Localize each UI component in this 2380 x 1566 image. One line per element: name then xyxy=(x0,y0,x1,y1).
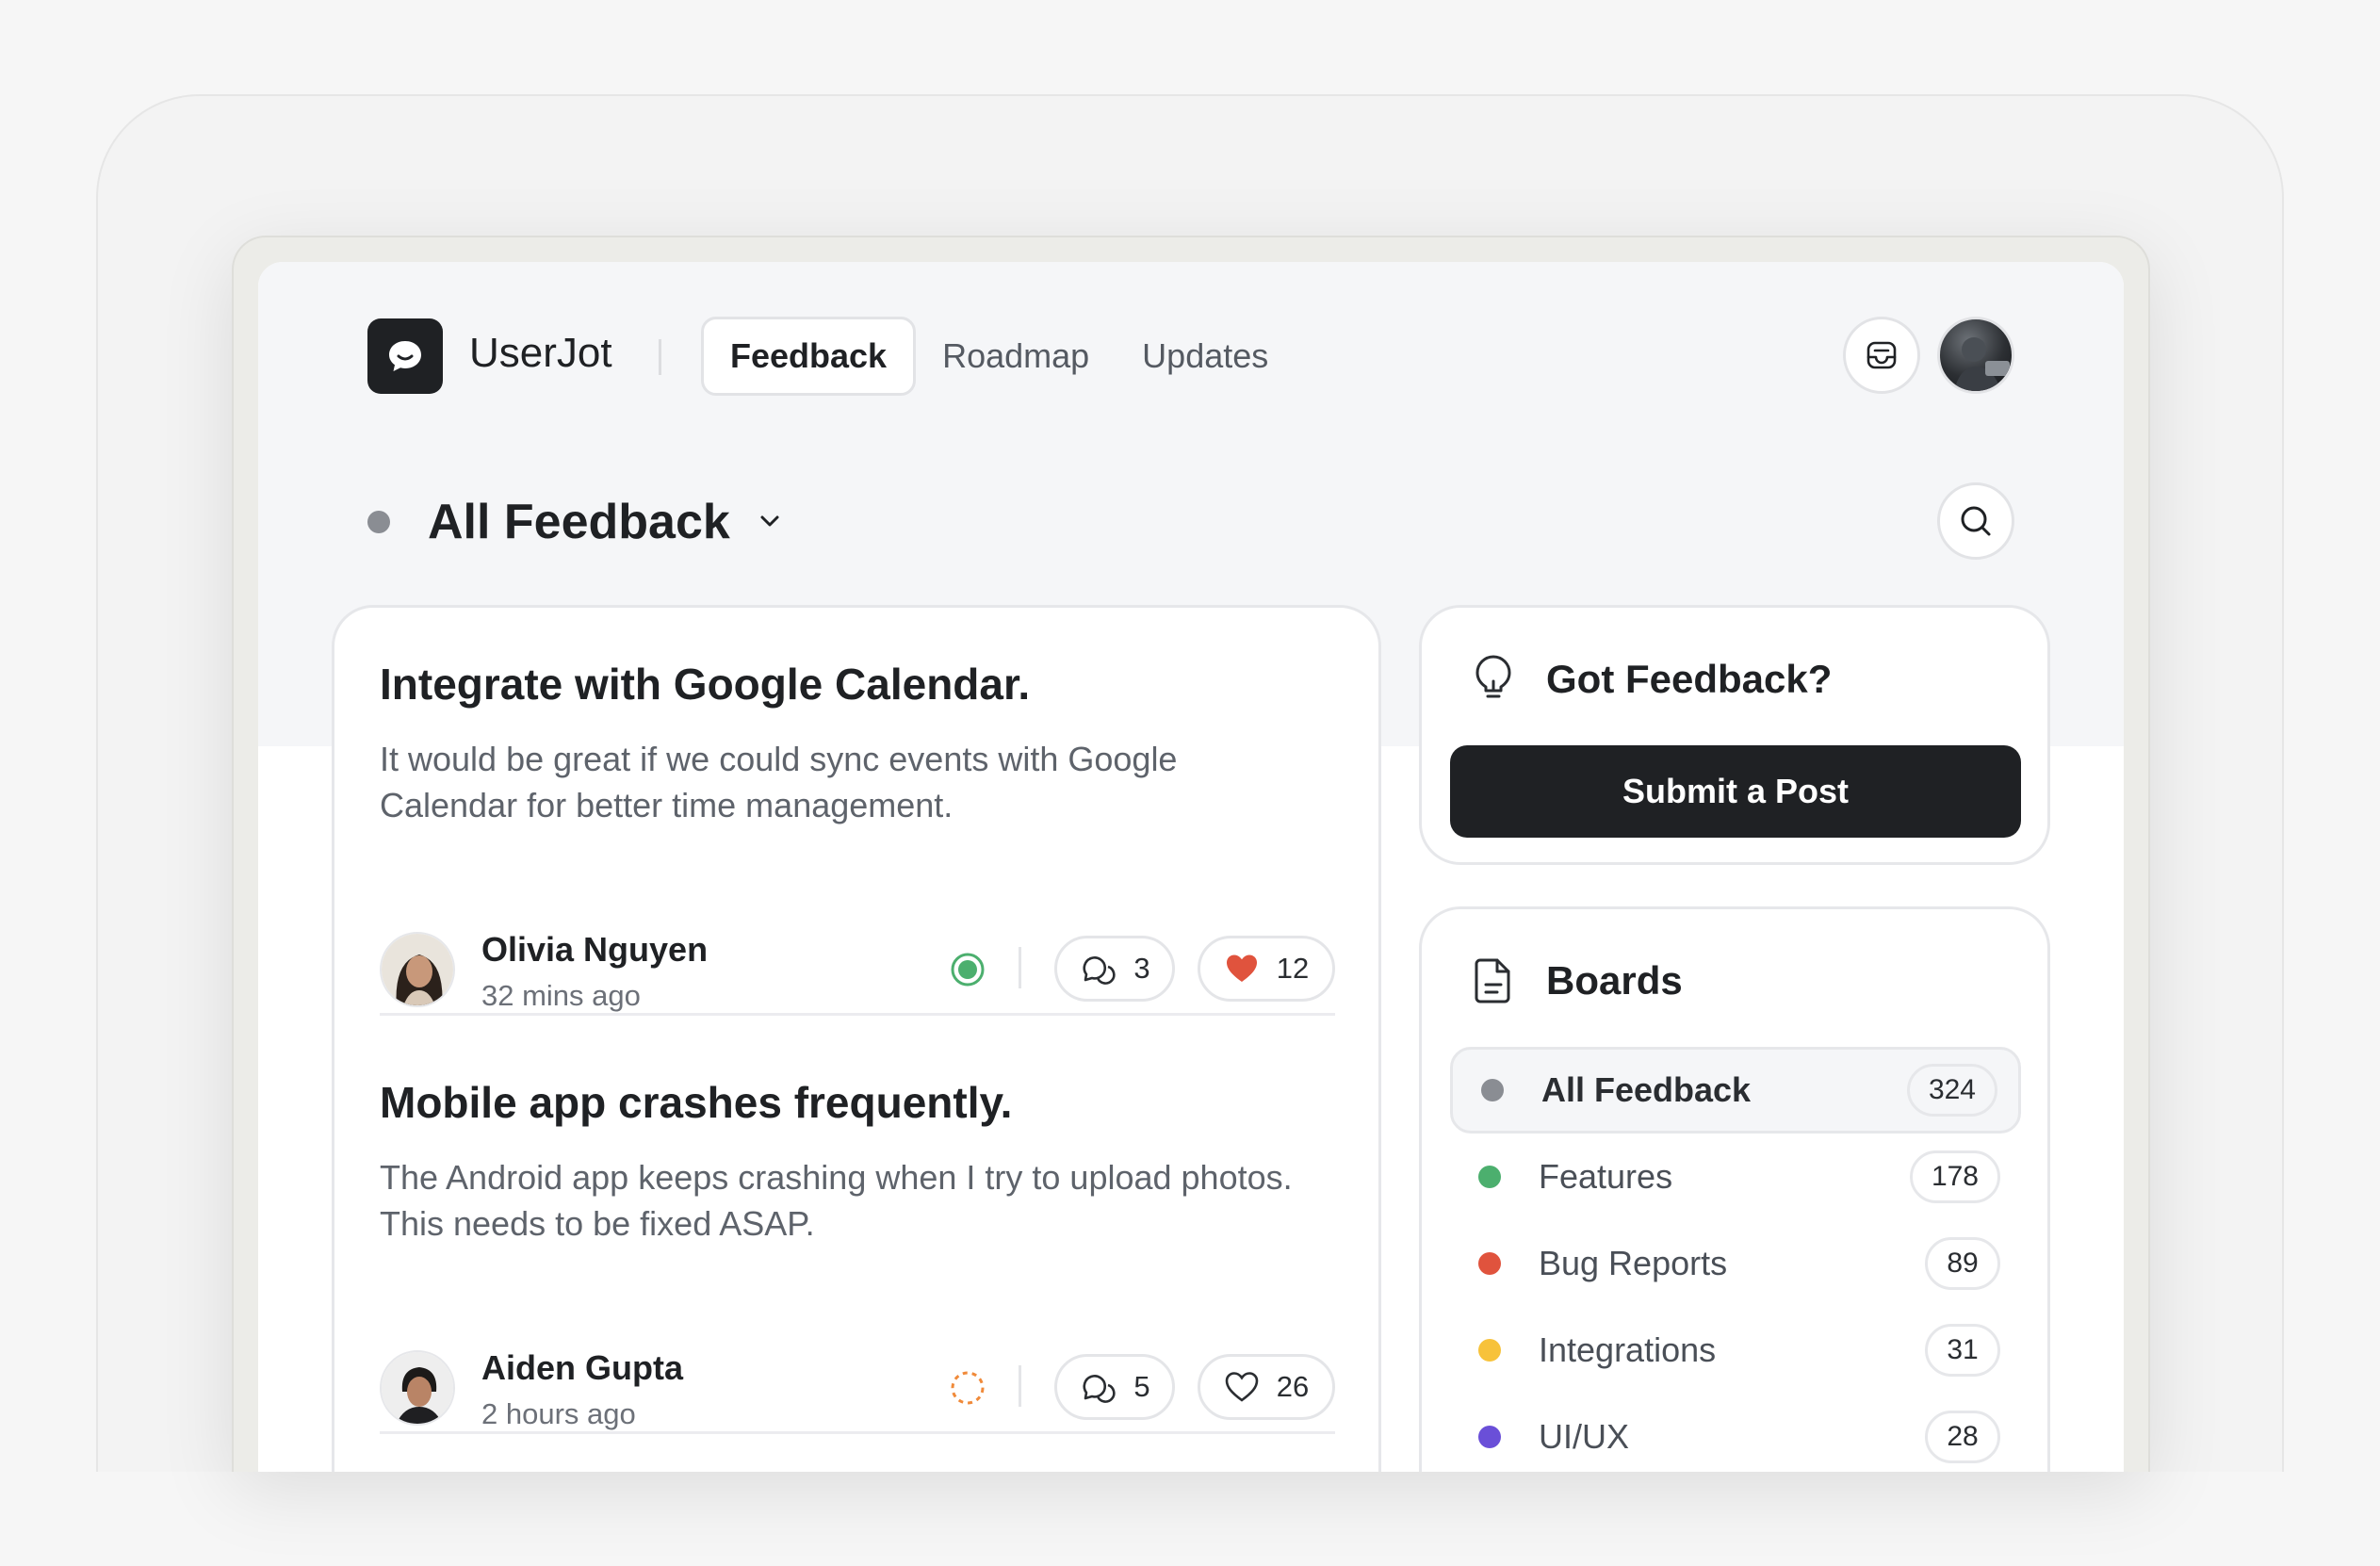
boards-header: Boards xyxy=(1473,956,1683,1005)
post-title[interactable]: Integrate with Google Calendar. xyxy=(380,659,1335,710)
author-name[interactable]: Olivia Nguyen xyxy=(481,930,708,970)
board-item-ui-ux[interactable]: UI/UX 28 xyxy=(1450,1394,2021,1472)
board-label: Integrations xyxy=(1539,1330,1717,1369)
boards-title: Boards xyxy=(1546,958,1683,1003)
main-nav: Feedback Roadmap Updates xyxy=(701,317,1295,396)
comment-icon xyxy=(1083,956,1116,985)
brand-name[interactable]: UserJot xyxy=(469,330,612,377)
submit-post-button[interactable]: Submit a Post xyxy=(1450,745,2021,838)
logo[interactable] xyxy=(367,318,443,394)
comment-count: 3 xyxy=(1133,952,1150,985)
chevron-down-icon[interactable] xyxy=(754,505,786,537)
board-count-badge: 89 xyxy=(1925,1237,2000,1290)
board-count-badge: 324 xyxy=(1906,1064,1997,1117)
boards-card: Boards All Feedback 324 Features 178 Bug… xyxy=(1419,906,2050,1472)
inbox-button[interactable] xyxy=(1843,317,1920,394)
boards-list: All Feedback 324 Features 178 Bug Report… xyxy=(1450,1047,2021,1472)
meta-divider xyxy=(1019,947,1021,988)
tab-roadmap[interactable]: Roadmap xyxy=(916,317,1116,396)
avatar xyxy=(380,1350,455,1426)
board-item-all-feedback[interactable]: All Feedback 324 xyxy=(1450,1047,2021,1134)
post-timestamp: 2 hours ago xyxy=(481,1397,636,1430)
board-item-integrations[interactable]: Integrations 31 xyxy=(1450,1307,2021,1394)
tab-updates[interactable]: Updates xyxy=(1116,317,1295,396)
comments-button[interactable]: 3 xyxy=(1054,936,1175,1002)
board-item-bug-reports[interactable]: Bug Reports 89 xyxy=(1450,1220,2021,1307)
brand-divider xyxy=(659,339,661,375)
post-item[interactable]: Integrate with Google Calendar. It would… xyxy=(380,659,1335,1012)
status-pending-icon[interactable] xyxy=(949,1369,986,1407)
board-item-features[interactable]: Features 178 xyxy=(1450,1134,2021,1220)
document-icon xyxy=(1475,958,1510,1003)
got-feedback-title: Got Feedback? xyxy=(1546,657,1833,701)
like-button[interactable]: 12 xyxy=(1198,936,1335,1002)
feedback-list: Integrate with Google Calendar. It would… xyxy=(332,605,1381,1472)
post-item[interactable]: Mobile app crashes frequently. The Andro… xyxy=(380,1077,1335,1430)
board-color-dot xyxy=(1478,1426,1501,1448)
board-color-dot xyxy=(1478,1252,1501,1275)
meta-divider xyxy=(1019,1365,1021,1407)
author-avatar-image xyxy=(382,934,453,1005)
board-label: All Feedback xyxy=(1541,1070,1752,1109)
like-count: 12 xyxy=(1276,952,1310,985)
author-avatar-image xyxy=(382,1352,453,1424)
heart-filled-icon xyxy=(1226,954,1257,982)
avatar xyxy=(380,932,455,1007)
status-completed-icon[interactable] xyxy=(949,951,986,988)
post-timestamp: 32 mins ago xyxy=(481,979,641,1012)
board-count-badge: 178 xyxy=(1909,1150,2000,1203)
board-label: Features xyxy=(1539,1157,1673,1196)
comments-button[interactable]: 5 xyxy=(1054,1354,1175,1420)
board-color-dot xyxy=(1481,1079,1504,1101)
comment-count: 5 xyxy=(1133,1370,1150,1403)
user-avatar[interactable] xyxy=(1937,317,2014,394)
board-title[interactable]: All Feedback xyxy=(428,494,730,550)
search-icon xyxy=(1961,506,1991,536)
board-color-dot xyxy=(367,511,390,533)
like-count: 26 xyxy=(1276,1370,1310,1403)
tab-feedback[interactable]: Feedback xyxy=(701,317,917,396)
post-meta: Olivia Nguyen 32 mins ago 3 12 xyxy=(380,930,1335,1012)
heart-outline-icon xyxy=(1225,1372,1259,1402)
board-label: UI/UX xyxy=(1539,1417,1630,1456)
post-divider xyxy=(380,1013,1335,1016)
board-color-dot xyxy=(1478,1166,1501,1188)
app-window: UserJot Feedback Roadmap Updates All Fee… xyxy=(258,262,2124,1472)
comment-icon xyxy=(1083,1375,1116,1403)
search-button[interactable] xyxy=(1937,482,2014,560)
board-label: Bug Reports xyxy=(1539,1244,1728,1282)
lightbulb-icon xyxy=(1475,655,1511,698)
board-count-badge: 28 xyxy=(1925,1411,2000,1463)
post-description: The Android app keeps crashing when I tr… xyxy=(380,1158,1293,1243)
got-feedback-header: Got Feedback? xyxy=(1473,655,1832,704)
post-meta: Aiden Gupta 2 hours ago 5 26 xyxy=(380,1348,1335,1430)
author-name[interactable]: Aiden Gupta xyxy=(481,1348,683,1388)
got-feedback-card: Got Feedback? Submit a Post xyxy=(1419,605,2050,865)
post-divider xyxy=(380,1431,1335,1434)
board-count-badge: 31 xyxy=(1925,1324,2000,1377)
board-color-dot xyxy=(1478,1339,1501,1362)
chat-bubble-icon xyxy=(389,341,421,371)
like-button[interactable]: 26 xyxy=(1198,1354,1335,1420)
post-description: It would be great if we could sync event… xyxy=(380,740,1178,824)
inbox-icon xyxy=(1867,341,1897,369)
post-title[interactable]: Mobile app crashes frequently. xyxy=(380,1077,1335,1128)
